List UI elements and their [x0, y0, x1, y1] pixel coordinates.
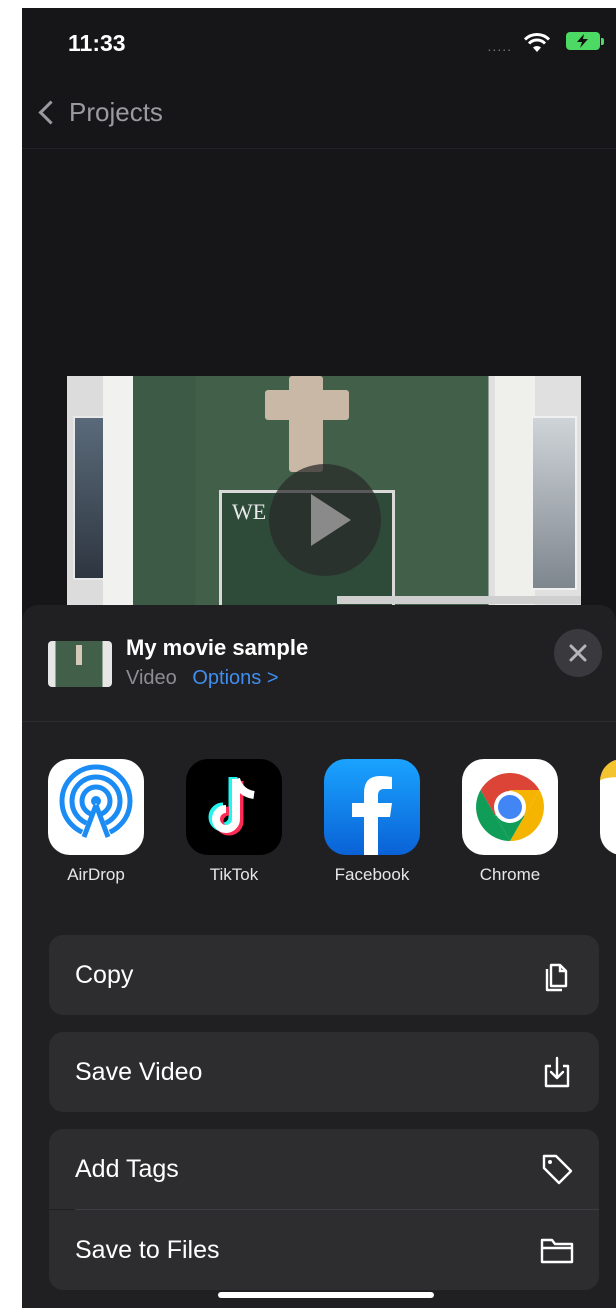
- preview-pillar-left: [103, 376, 133, 608]
- preview-window-left: [73, 416, 107, 580]
- preview-window-right: [531, 416, 577, 590]
- save-to-files-button[interactable]: Save to Files: [49, 1210, 599, 1290]
- close-button[interactable]: [554, 629, 602, 677]
- status-time: 11:33: [68, 30, 126, 56]
- app-tiktok[interactable]: TikTok: [184, 759, 284, 885]
- chrome-icon: [462, 759, 558, 855]
- save-video-label: Save Video: [75, 1057, 203, 1086]
- nav-divider: [22, 148, 616, 149]
- app-label-airdrop: AirDrop: [67, 865, 125, 884]
- preview-rail: [337, 596, 581, 604]
- preview-pillar-right: [495, 376, 535, 608]
- share-sheet: My movie sample Video Options > AirDrop …: [22, 605, 616, 1308]
- folder-icon: [540, 1238, 574, 1264]
- home-indicator[interactable]: [218, 1292, 434, 1298]
- movie-subtitle: Video Options >: [126, 667, 279, 690]
- preview-sign-text: WE: [232, 499, 267, 524]
- close-icon: [569, 644, 587, 662]
- notes-icon: [600, 759, 616, 855]
- movie-thumbnail: [48, 641, 112, 687]
- wifi-icon: [524, 33, 550, 52]
- save-to-files-label: Save to Files: [75, 1235, 220, 1264]
- add-tags-label: Add Tags: [75, 1154, 179, 1183]
- app-facebook[interactable]: Facebook: [322, 759, 422, 885]
- phone-screen: 11:33 ..... Projects WE My movie sample …: [22, 8, 616, 1308]
- options-link[interactable]: Options >: [192, 667, 278, 689]
- save-video-button[interactable]: Save Video: [49, 1032, 599, 1112]
- chevron-left-icon: [38, 99, 63, 125]
- add-tags-button[interactable]: Add Tags: [49, 1129, 599, 1209]
- tag-icon: [542, 1154, 573, 1185]
- play-button[interactable]: [269, 464, 381, 576]
- airdrop-icon: [48, 759, 144, 855]
- movie-title: My movie sample: [126, 635, 309, 660]
- status-icons: .....: [462, 30, 604, 56]
- save-video-icon: [544, 1056, 570, 1088]
- app-label-facebook: Facebook: [334, 865, 410, 884]
- copy-button[interactable]: Copy: [49, 935, 599, 1015]
- cellular-signal-icon: .....: [487, 38, 512, 54]
- app-label-chrome: Chrome: [479, 865, 541, 884]
- movie-type: Video: [126, 667, 177, 689]
- back-to-projects-button[interactable]: Projects: [34, 94, 163, 130]
- app-notes[interactable]: [598, 759, 616, 865]
- app-chrome[interactable]: Chrome: [460, 759, 560, 885]
- app-airdrop[interactable]: AirDrop: [46, 759, 146, 885]
- facebook-icon: [324, 759, 420, 855]
- tiktok-icon: [186, 759, 282, 855]
- preview-cross-arm: [265, 390, 349, 420]
- battery-charging-icon: [566, 32, 604, 50]
- copy-label: Copy: [75, 960, 134, 989]
- video-preview[interactable]: WE: [67, 376, 581, 608]
- copy-icon: [545, 963, 568, 992]
- back-label: Projects: [69, 96, 163, 127]
- app-label-tiktok: TikTok: [209, 865, 259, 884]
- sheet-divider: [22, 721, 616, 722]
